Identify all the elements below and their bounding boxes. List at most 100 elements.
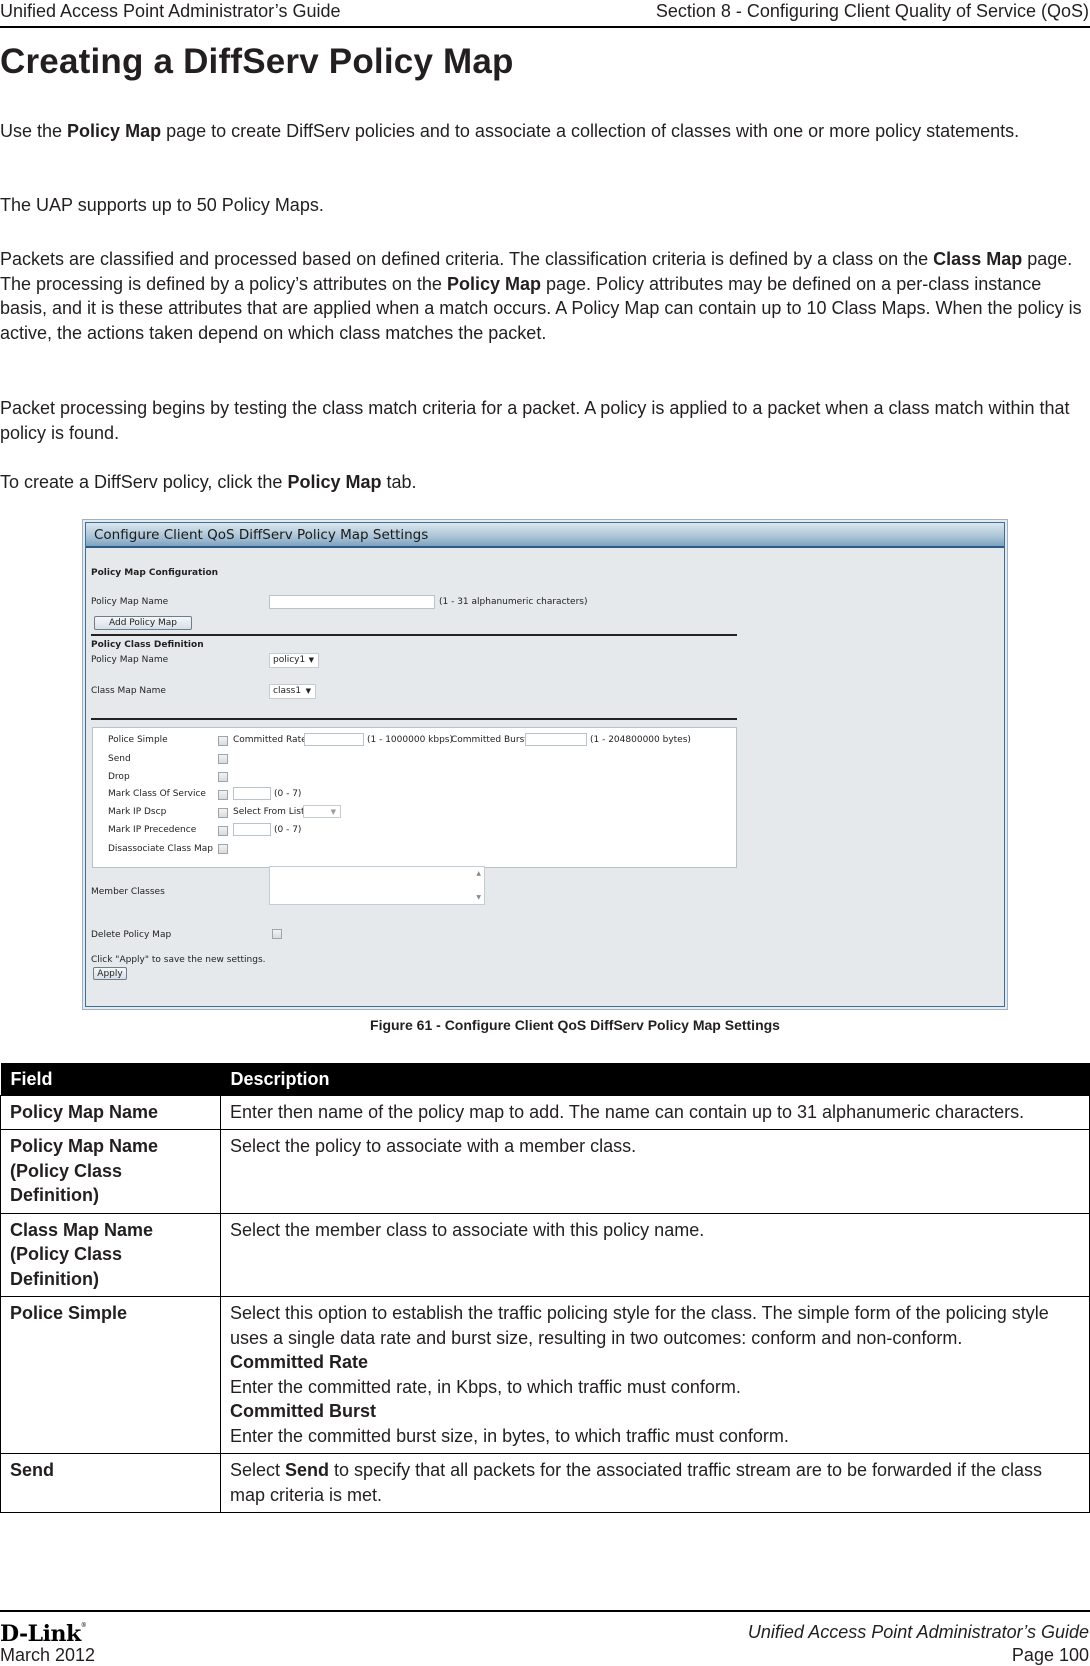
disassociate-checkbox[interactable] (218, 844, 228, 854)
pcd-class-map-name-label: Class Map Name (91, 686, 166, 696)
paragraph-classification: Packets are classified and processed bas… (0, 247, 1086, 345)
delete-policy-map-label: Delete Policy Map (91, 930, 172, 940)
logo-text: D-Link (0, 1621, 81, 1647)
mark-dscp-label: Mark IP Dscp (108, 807, 167, 817)
figure-caption: Figure 61 - Configure Client QoS DiffSer… (370, 1017, 780, 1033)
mark-precedence-label: Mark IP Precedence (108, 825, 197, 835)
field-cell: Class Map Name (Policy Class Definition) (0, 1212, 221, 1297)
apply-button[interactable]: Apply (93, 967, 127, 980)
field-cell: Policy Map Name (0, 1094, 221, 1130)
dlink-logo: D-Link® (0, 1621, 87, 1647)
table-row: Police Simple Select this option to esta… (0, 1296, 1090, 1454)
committed-burst-subheading: Committed Burst (230, 1401, 377, 1421)
mark-cos-label: Mark Class Of Service (108, 789, 206, 799)
committed-burst-text: Enter the committed burst size, in bytes… (230, 1425, 789, 1446)
footer-guide-title: Unified Access Point Administrator’s Gui… (747, 1622, 1089, 1642)
description-cell: Enter then name of the policy map to add… (220, 1094, 1090, 1130)
header-section-title: Section 8 - Configuring Client Quality o… (655, 1, 1089, 21)
policy-map-select-value: policy1 (273, 655, 306, 665)
field-cell: Policy Map Name (Policy Class Definition… (0, 1129, 221, 1214)
divider (91, 634, 737, 636)
footer-date: March 2012 (0, 1645, 96, 1665)
send-label: Send (108, 754, 131, 764)
panel-title: Configure Client QoS DiffServ Policy Map… (86, 523, 1004, 548)
drop-label: Drop (108, 772, 130, 782)
description-cell: Select the policy to associate with a me… (220, 1129, 1090, 1214)
committed-burst-hint: (1 - 204800000 bytes) (590, 735, 691, 745)
description-cell: Select Send to specify that all packets … (220, 1453, 1090, 1513)
bold-term: Class Map (933, 249, 1023, 269)
mark-dscp-checkbox[interactable] (218, 808, 228, 818)
policy-map-select[interactable]: policy1 ▼ (269, 653, 319, 668)
page-header: Unified Access Point Administrator’s Gui… (0, 0, 1090, 28)
paragraph-intro: Use the Policy Map page to create DiffSe… (0, 119, 1086, 144)
table-row: Policy Map Name Enter then name of the p… (0, 1094, 1090, 1130)
registered-mark-icon: ® (80, 1622, 87, 1629)
column-header-description: Description (220, 1063, 1090, 1095)
page-title: Creating a DiffServ Policy Map (0, 42, 514, 81)
settings-panel: Configure Client QoS DiffServ Policy Map… (85, 522, 1005, 1007)
police-simple-checkbox[interactable] (218, 736, 228, 746)
committed-burst-input[interactable] (525, 733, 587, 746)
committed-rate-subheading: Committed Rate (230, 1352, 369, 1372)
send-checkbox[interactable] (218, 754, 228, 764)
policy-map-name-input[interactable] (269, 595, 435, 609)
mark-precedence-input[interactable] (233, 823, 271, 836)
mark-dscp-select[interactable]: ▼ (303, 805, 341, 818)
text: Use the (0, 121, 68, 141)
bold-term: Policy Map (287, 472, 382, 492)
drop-checkbox[interactable] (218, 772, 228, 782)
description-text: Select this option to establish the traf… (230, 1303, 1049, 1348)
table-header-row: Field Description (0, 1063, 1090, 1095)
chevron-down-icon: ▼ (330, 808, 336, 816)
page-footer: D-Link® March 2012 Unified Access Point … (0, 1610, 1090, 1665)
paragraph-instruction: To create a DiffServ policy, click the P… (0, 470, 1086, 495)
section-policy-map-configuration: Policy Map Configuration (91, 568, 219, 578)
mark-cos-checkbox[interactable] (218, 790, 228, 800)
bold-term: Send (285, 1460, 330, 1480)
description-cell: Select this option to establish the traf… (220, 1296, 1090, 1454)
text: Packets are classified and processed bas… (0, 249, 934, 269)
committed-rate-label: Committed Rate (233, 735, 307, 745)
field-cell: Police Simple (0, 1296, 221, 1454)
mark-cos-input[interactable] (233, 787, 271, 800)
header-guide-title: Unified Access Point Administrator’s Gui… (0, 1, 341, 21)
text: to specify that all packets for the asso… (230, 1460, 1043, 1505)
scroll-up-icon[interactable]: ▲ (476, 870, 481, 877)
paragraph-processing: Packet processing begins by testing the … (0, 398, 1070, 443)
police-simple-label: Police Simple (108, 735, 168, 745)
committed-rate-text: Enter the committed rate, in Kbps, to wh… (230, 1376, 741, 1397)
chevron-down-icon: ▼ (305, 687, 311, 695)
field-description-table: Field Description Policy Map Name Enter … (0, 1063, 1090, 1513)
select-from-list-label: Select From List (233, 807, 305, 817)
table-row: Send Select Send to specify that all pac… (0, 1453, 1090, 1513)
scroll-down-icon[interactable]: ▼ (476, 894, 481, 901)
divider (91, 718, 737, 720)
committed-rate-input[interactable] (304, 733, 364, 746)
field-cell: Send (0, 1453, 221, 1513)
delete-policy-map-checkbox[interactable] (272, 929, 282, 939)
bold-term: Policy Map (446, 273, 541, 294)
mark-cos-hint: (0 - 7) (274, 789, 302, 799)
add-policy-map-button[interactable]: Add Policy Map (94, 616, 192, 630)
section-policy-class-definition: Policy Class Definition (91, 640, 204, 650)
committed-burst-label: Committed Burst (451, 735, 528, 745)
bold-term: Policy Map (67, 121, 162, 141)
class-map-select[interactable]: class1 ▼ (269, 684, 316, 699)
chevron-down-icon: ▼ (308, 656, 314, 664)
mark-precedence-hint: (0 - 7) (274, 825, 302, 835)
mark-precedence-checkbox[interactable] (218, 826, 228, 836)
member-classes-label: Member Classes (91, 887, 165, 897)
policy-map-settings-screenshot: Configure Client QoS DiffServ Policy Map… (82, 519, 1008, 1010)
member-classes-list[interactable]: ▲ ▼ (269, 866, 485, 905)
policy-map-name-label: Policy Map Name (91, 597, 169, 607)
pcd-policy-map-name-label: Policy Map Name (91, 655, 169, 665)
column-header-field: Field (0, 1063, 221, 1095)
description-cell: Select the member class to associate wit… (220, 1212, 1090, 1297)
text: To create a DiffServ policy, click the (0, 472, 288, 492)
apply-hint: Click "Apply" to save the new settings. (91, 955, 266, 965)
text: Select (230, 1460, 286, 1480)
policy-actions-box: Police Simple Committed Rate (1 - 100000… (92, 727, 737, 868)
text: page to create DiffServ policies and to … (161, 121, 1020, 141)
page-number: Page 100 (1011, 1645, 1089, 1665)
